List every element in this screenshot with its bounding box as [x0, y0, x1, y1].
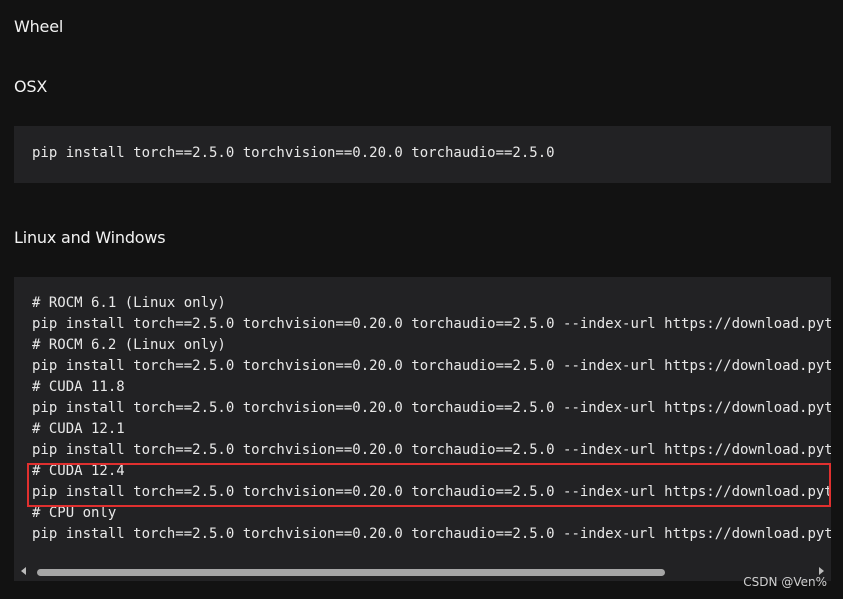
watermark: CSDN @Ven% [743, 575, 827, 589]
scroll-right-arrow-icon[interactable] [819, 567, 824, 575]
code-comment-cuda121: # CUDA 12.1 [32, 421, 125, 437]
code-command-cpu: pip install torch==2.5.0 torchvision==0.… [32, 526, 831, 542]
code-command-cuda121: pip install torch==2.5.0 torchvision==0.… [32, 442, 831, 458]
horizontal-scrollbar[interactable] [14, 563, 831, 581]
scrollbar-thumb[interactable] [37, 569, 665, 576]
heading-linux-windows: Linux and Windows [14, 228, 166, 247]
cuda124-highlight-box [27, 463, 831, 507]
osx-code-block: pip install torch==2.5.0 torchvision==0.… [14, 126, 831, 183]
code-command-cuda118: pip install torch==2.5.0 torchvision==0.… [32, 400, 831, 416]
code-comment-rocm61: # ROCM 6.1 (Linux only) [32, 295, 226, 311]
heading-wheel: Wheel [14, 17, 64, 36]
code-comment-cuda118: # CUDA 11.8 [32, 379, 125, 395]
code-command-rocm62: pip install torch==2.5.0 torchvision==0.… [32, 358, 831, 374]
code-line: pip install torch==2.5.0 torchvision==0.… [32, 145, 555, 161]
code-command-rocm61: pip install torch==2.5.0 torchvision==0.… [32, 316, 831, 332]
linux-windows-code-block: # ROCM 6.1 (Linux only) pip install torch… [14, 277, 831, 563]
code-comment-rocm62: # ROCM 6.2 (Linux only) [32, 337, 226, 353]
heading-osx: OSX [14, 77, 48, 96]
scroll-left-arrow-icon[interactable] [21, 567, 26, 575]
